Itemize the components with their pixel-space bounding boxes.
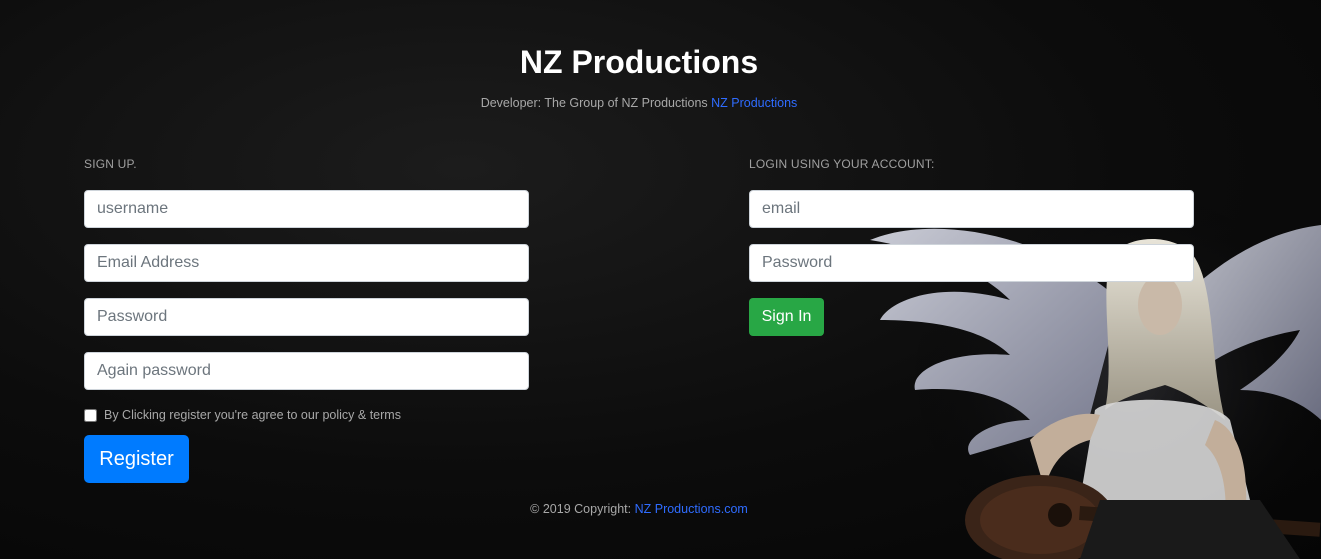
- login-password-input[interactable]: [749, 244, 1194, 282]
- terms-label: By Clicking register you're agree to our…: [104, 408, 401, 422]
- signup-heading: SIGN UP.: [84, 157, 137, 171]
- terms-checkbox[interactable]: [84, 408, 97, 422]
- developer-credit-text: Developer: The Group of NZ Productions: [480, 96, 708, 110]
- footer-copyright: © 2019 Copyright:: [530, 502, 632, 516]
- footer-link[interactable]: NZ Productions.com: [635, 502, 748, 516]
- signup-again-password-input[interactable]: [84, 352, 529, 390]
- developer-credit: Developer: The Group of NZ Productions N…: [0, 96, 1278, 110]
- register-button[interactable]: Register: [84, 435, 189, 483]
- page-title: NZ Productions: [519, 44, 759, 80]
- signup-password-input[interactable]: [84, 298, 529, 336]
- signup-email-input[interactable]: [84, 244, 529, 282]
- terms-row: By Clicking register you're agree to our…: [84, 408, 401, 422]
- footer: © 2019 Copyright: NZ Productions.com: [0, 502, 1278, 516]
- developer-link[interactable]: NZ Productions: [711, 96, 797, 110]
- login-email-input[interactable]: [749, 190, 1194, 228]
- signin-button[interactable]: Sign In: [749, 298, 824, 336]
- signup-username-input[interactable]: [84, 190, 529, 228]
- login-heading: LOGIN USING YOUR ACCOUNT:: [749, 157, 935, 171]
